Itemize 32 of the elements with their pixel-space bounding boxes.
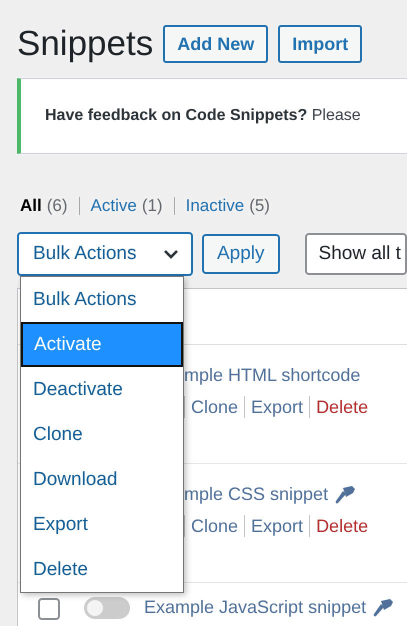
row-action-link[interactable]: Clone: [191, 516, 238, 536]
filter-count: (6): [46, 196, 68, 216]
filter-link[interactable]: Active: [90, 196, 137, 216]
apply-button[interactable]: Apply: [202, 234, 280, 274]
chevron-down-icon: [163, 249, 179, 259]
row-action-link[interactable]: Delete: [316, 396, 368, 418]
filter-count: (5): [249, 196, 270, 216]
dropdown-option[interactable]: Delete: [21, 547, 183, 592]
header-button[interactable]: Import: [278, 25, 362, 63]
notice-text: Have feedback on Code Snippets? Please: [45, 107, 361, 125]
dropdown-option[interactable]: Export: [21, 502, 183, 547]
toggle-switch[interactable]: [84, 597, 130, 619]
row-action-link[interactable]: Clone: [191, 396, 238, 418]
row-checkbox[interactable]: [38, 598, 60, 620]
page-title: Snippets: [17, 24, 154, 64]
dropdown-option[interactable]: Activate: [21, 322, 183, 367]
filter-link[interactable]: Inactive: [186, 196, 244, 216]
dropdown-option[interactable]: Download: [21, 457, 183, 502]
snippet-name[interactable]: mple HTML shortcode: [184, 365, 360, 386]
dropdown-option[interactable]: Deactivate: [21, 367, 183, 412]
filter-count: (1): [142, 196, 163, 216]
row-action-link[interactable]: Export: [251, 516, 304, 536]
snippet-name[interactable]: mple CSS snippet: [184, 484, 328, 505]
bulk-actions-select[interactable]: Bulk Actions: [17, 232, 193, 276]
row-action-link[interactable]: Delete: [316, 516, 368, 536]
snippet-name[interactable]: Example JavaScript snippet: [144, 597, 366, 618]
filter-link[interactable]: All: [20, 196, 42, 216]
dropdown-option[interactable]: Bulk Actions: [21, 277, 183, 322]
tags-select[interactable]: Show all t: [304, 233, 407, 275]
dropdown-option[interactable]: Clone: [21, 412, 183, 457]
row-action-link[interactable]: Export: [251, 396, 304, 418]
header-button[interactable]: Add New: [163, 25, 268, 63]
